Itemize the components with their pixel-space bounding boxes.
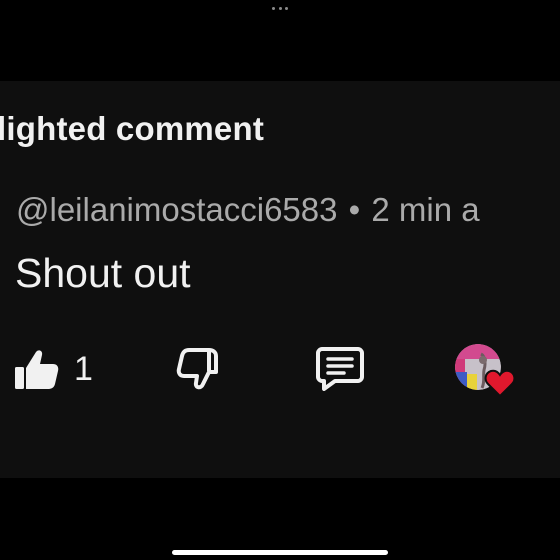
comment-text: Shout out [15, 250, 191, 296]
like-count: 1 [74, 349, 93, 388]
section-title: lighted comment [0, 110, 265, 147]
comment-author[interactable]: @leilanimostacci6583 [16, 191, 338, 228]
dislike-button[interactable] [175, 346, 221, 392]
creator-heart-icon [484, 368, 516, 398]
comment-meta: @leilanimostacci6583 • 2 min a [16, 191, 480, 229]
like-button[interactable]: 1 [14, 346, 93, 392]
screen: lighted comment @leilanimostacci6583 • 2… [0, 0, 560, 560]
meta-separator: • [348, 191, 361, 228]
reply-button[interactable] [315, 345, 365, 391]
reply-comment-icon [315, 347, 365, 395]
home-indicator[interactable] [172, 550, 388, 555]
thumbs-up-icon [14, 347, 60, 391]
more-dots-icon[interactable] [272, 5, 288, 11]
comment-time: 2 min a [371, 191, 480, 228]
thumbs-down-icon [175, 348, 221, 396]
creator-heart [455, 344, 517, 398]
